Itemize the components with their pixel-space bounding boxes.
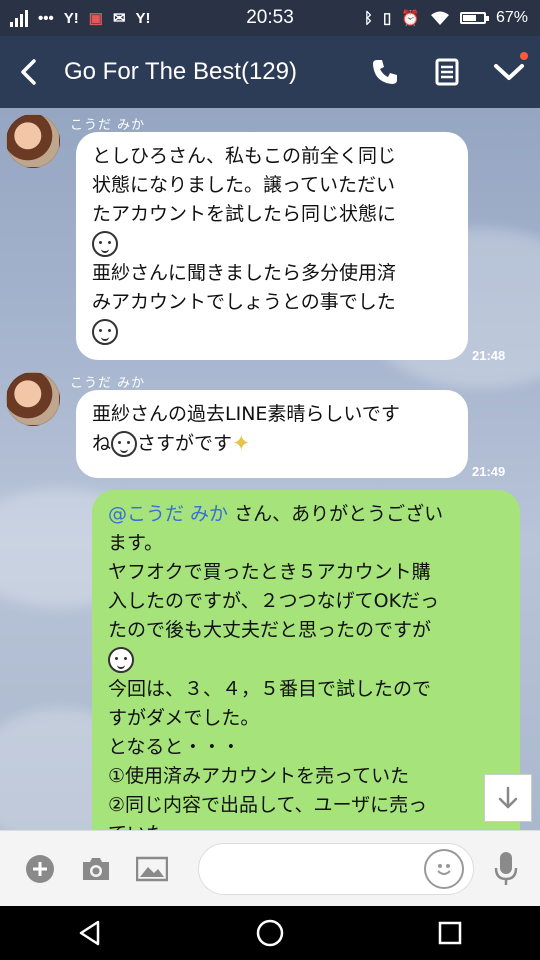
message-time: 21:48 bbox=[472, 348, 506, 363]
message-bubble-outgoing[interactable]: @こうだ みか さん、ありがとうござい ます。 ヤフオクで買ったとき５アカウント… bbox=[92, 490, 520, 830]
message-line: ます。 bbox=[108, 532, 164, 554]
call-button[interactable] bbox=[354, 36, 416, 108]
signal-icon bbox=[10, 9, 28, 27]
sparkle-icon: ✦ bbox=[232, 431, 251, 457]
notification-dot bbox=[520, 52, 528, 60]
message-bubble[interactable]: としひろさん、私もこの前全く同じ 状態になりました。譲っていただい たアカウント… bbox=[76, 132, 468, 360]
nav-recents-button[interactable] bbox=[420, 906, 480, 960]
notes-button[interactable] bbox=[416, 36, 478, 108]
plus-icon bbox=[26, 854, 54, 883]
message-line: みアカウントでしょうとの事でした bbox=[92, 291, 396, 313]
sender-name: こうだ みか bbox=[70, 118, 146, 133]
chat-title: Go For The Best(129) bbox=[64, 58, 297, 85]
message-line: 今回は、３、４，５番目で試したので bbox=[108, 678, 432, 700]
message-line: ていた bbox=[108, 820, 504, 830]
mail-icon: ✉ bbox=[112, 10, 126, 27]
emoji-button[interactable] bbox=[424, 849, 464, 889]
emoji-sticker bbox=[108, 645, 504, 675]
camera-icon bbox=[83, 857, 109, 880]
sweat-face-icon bbox=[92, 231, 118, 257]
chat-area[interactable]: こうだ みか としひろさん、私もこの前全く同じ 状態になりました。譲っていただい… bbox=[0, 108, 540, 830]
alarm-icon: ⏰ bbox=[401, 10, 420, 27]
menu-button[interactable] bbox=[478, 36, 540, 108]
avatar[interactable] bbox=[6, 114, 60, 168]
square-recents-icon bbox=[438, 921, 462, 945]
sender-name: こうだ みか bbox=[70, 376, 146, 391]
bluetooth-icon: ᛒ bbox=[364, 9, 374, 27]
smile-face-icon bbox=[111, 431, 138, 457]
message-line: @こうだ みか さん、ありがとうござい bbox=[108, 500, 504, 529]
status-bar: ••• Y! ▣ ✉ Y! 20:53 ᛒ ▯ ⏰ 67% bbox=[0, 0, 540, 36]
vibrate-icon: ▯ bbox=[383, 10, 392, 27]
avatar[interactable] bbox=[6, 372, 60, 426]
phone-icon bbox=[373, 60, 397, 84]
message-line: となると・・・ bbox=[108, 736, 241, 758]
nav-back-button[interactable] bbox=[60, 906, 120, 960]
message-line: 亜紗さんの過去LINE素晴らしいです bbox=[92, 403, 400, 425]
triangle-back-icon bbox=[79, 920, 100, 946]
add-button[interactable] bbox=[12, 841, 68, 897]
shopping-icon: ▣ bbox=[88, 10, 103, 27]
arrow-down-icon bbox=[498, 786, 518, 809]
nav-home-button[interactable] bbox=[240, 906, 300, 960]
message-text: さん、ありがとうござい bbox=[228, 503, 444, 525]
message-text: ね bbox=[92, 432, 112, 455]
wifi-icon bbox=[430, 11, 449, 25]
battery-percent: 67% bbox=[495, 9, 528, 26]
message-line: 亜紗さんに聞きましたら多分使用済 bbox=[92, 262, 397, 284]
input-bar bbox=[0, 830, 540, 906]
chat-header: Go For The Best(129) bbox=[0, 36, 540, 108]
message-line: 状態になりました。譲っていただい bbox=[92, 174, 396, 196]
photo-button[interactable] bbox=[124, 841, 180, 897]
yahoo-icon: Y! bbox=[135, 9, 151, 27]
message-line: としひろさん、私もこの前全く同じ bbox=[92, 145, 397, 167]
image-icon bbox=[136, 856, 168, 881]
shocked-face-icon bbox=[108, 647, 134, 673]
camera-button[interactable] bbox=[68, 841, 124, 897]
emoji-sticker bbox=[92, 317, 452, 347]
message-line: ②同じ内容で出品して、ユーザに売っ bbox=[108, 794, 428, 816]
message-line: たアカウントを試したら同じ状態に bbox=[92, 203, 397, 225]
mention-link[interactable]: @こうだ みか bbox=[108, 503, 228, 525]
crying-face-icon bbox=[92, 319, 118, 345]
circle-home-icon bbox=[256, 919, 284, 947]
back-button[interactable] bbox=[0, 36, 56, 108]
system-nav-bar bbox=[0, 906, 540, 960]
message-line: 入したのですが、２つつなげてOKだっ bbox=[108, 590, 440, 612]
emoji-sticker bbox=[92, 229, 452, 259]
message-line: たので後も大丈夫だと思ったのですが bbox=[108, 619, 432, 641]
scroll-to-bottom-button[interactable] bbox=[484, 774, 532, 822]
message-line: すがダメでした。 bbox=[108, 707, 260, 729]
back-arrow-icon bbox=[21, 59, 36, 85]
voice-button[interactable] bbox=[486, 847, 526, 891]
message-line-2: ね さすがです✦ bbox=[92, 429, 452, 459]
message-line: ①使用済みアカウントを売っていた bbox=[108, 765, 410, 787]
more-notifications-icon: ••• bbox=[38, 9, 54, 27]
message-time: 21:49 bbox=[472, 464, 506, 479]
message-bubble[interactable]: 亜紗さんの過去LINE素晴らしいです ね さすがです✦ bbox=[76, 390, 468, 478]
notes-icon bbox=[435, 58, 459, 86]
yahoo-icon: Y! bbox=[63, 9, 79, 27]
smiley-icon bbox=[437, 864, 451, 875]
message-line: ヤフオクで買ったとき５アカウント購 bbox=[108, 561, 431, 583]
microphone-icon bbox=[494, 852, 518, 885]
battery-icon bbox=[459, 12, 489, 24]
chevron-down-icon bbox=[494, 64, 524, 80]
message-text: さすがです bbox=[137, 432, 233, 455]
